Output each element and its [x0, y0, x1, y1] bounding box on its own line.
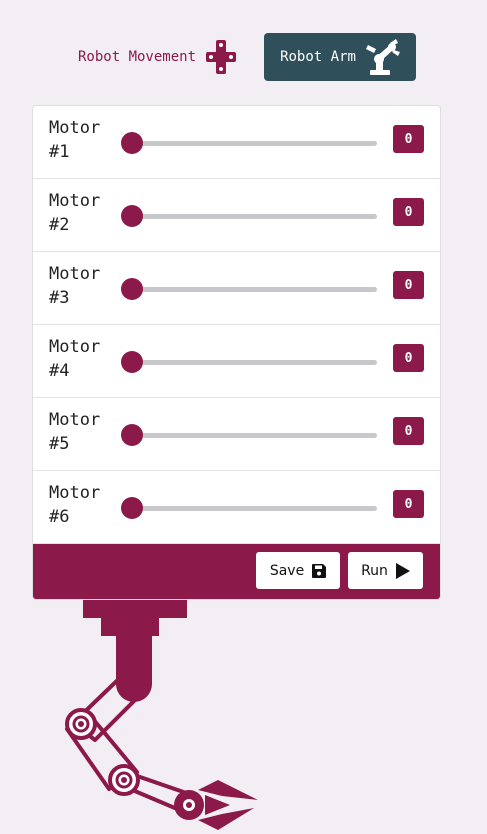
motor-panel: Motor #1 0 Motor #2 0 Motor #3 0 Motor #4 0 Moto…	[32, 105, 441, 600]
motor-value-badge: 0	[393, 271, 424, 299]
motor-row: Motor #2 0	[33, 179, 440, 252]
motor-slider[interactable]	[121, 424, 377, 446]
motor-row: Motor #6 0	[33, 471, 440, 544]
motor-slider[interactable]	[121, 132, 377, 154]
motor-label: Motor #3	[49, 264, 101, 308]
motor-row: Motor #5 0	[33, 398, 440, 471]
play-icon	[395, 562, 410, 579]
motor-value-badge: 0	[393, 490, 424, 518]
motor-slider-thumb[interactable]	[121, 132, 143, 154]
dpad-icon	[206, 40, 237, 74]
save-button-label: Save	[269, 562, 305, 579]
tab-robot-arm-label: Robot Arm	[280, 49, 356, 65]
motor-label: Motor #2	[49, 191, 101, 235]
motor-label: Motor #1	[49, 118, 101, 162]
tab-robot-arm[interactable]: Robot Arm	[264, 33, 416, 81]
motor-slider-thumb[interactable]	[121, 424, 143, 446]
motor-value-badge: 0	[393, 125, 424, 153]
motor-slider-thumb[interactable]	[121, 278, 143, 300]
motor-slider-thumb[interactable]	[121, 497, 143, 519]
motor-slider[interactable]	[121, 205, 377, 227]
tab-robot-movement-label: Robot Movement	[78, 49, 197, 65]
run-button[interactable]: Run	[348, 552, 423, 589]
motor-value-badge: 0	[393, 198, 424, 226]
motor-label: Motor #5	[49, 410, 101, 454]
motor-slider[interactable]	[121, 278, 377, 300]
motor-label: Motor #4	[49, 337, 101, 381]
run-button-label: Run	[361, 562, 388, 579]
motor-row: Motor #3 0	[33, 252, 440, 325]
motor-value-badge: 0	[393, 417, 424, 445]
motor-row: Motor #4 0	[33, 325, 440, 398]
motor-label: Motor #6	[49, 483, 101, 527]
motor-slider-thumb[interactable]	[121, 205, 143, 227]
tab-robot-movement[interactable]: Robot Movement	[78, 33, 237, 81]
panel-footer: Save Run	[33, 544, 440, 599]
motor-slider[interactable]	[121, 497, 377, 519]
motor-value-badge: 0	[393, 344, 424, 372]
motor-slider[interactable]	[121, 351, 377, 373]
robot-arm-illustration	[65, 600, 258, 830]
save-button[interactable]: Save	[256, 552, 340, 589]
motor-slider-thumb[interactable]	[121, 351, 143, 373]
motor-row: Motor #1 0	[33, 106, 440, 179]
robot-arm-icon	[365, 39, 400, 75]
floppy-disk-icon	[312, 563, 327, 578]
mode-tabs: Robot Movement Robot Arm	[0, 33, 487, 81]
